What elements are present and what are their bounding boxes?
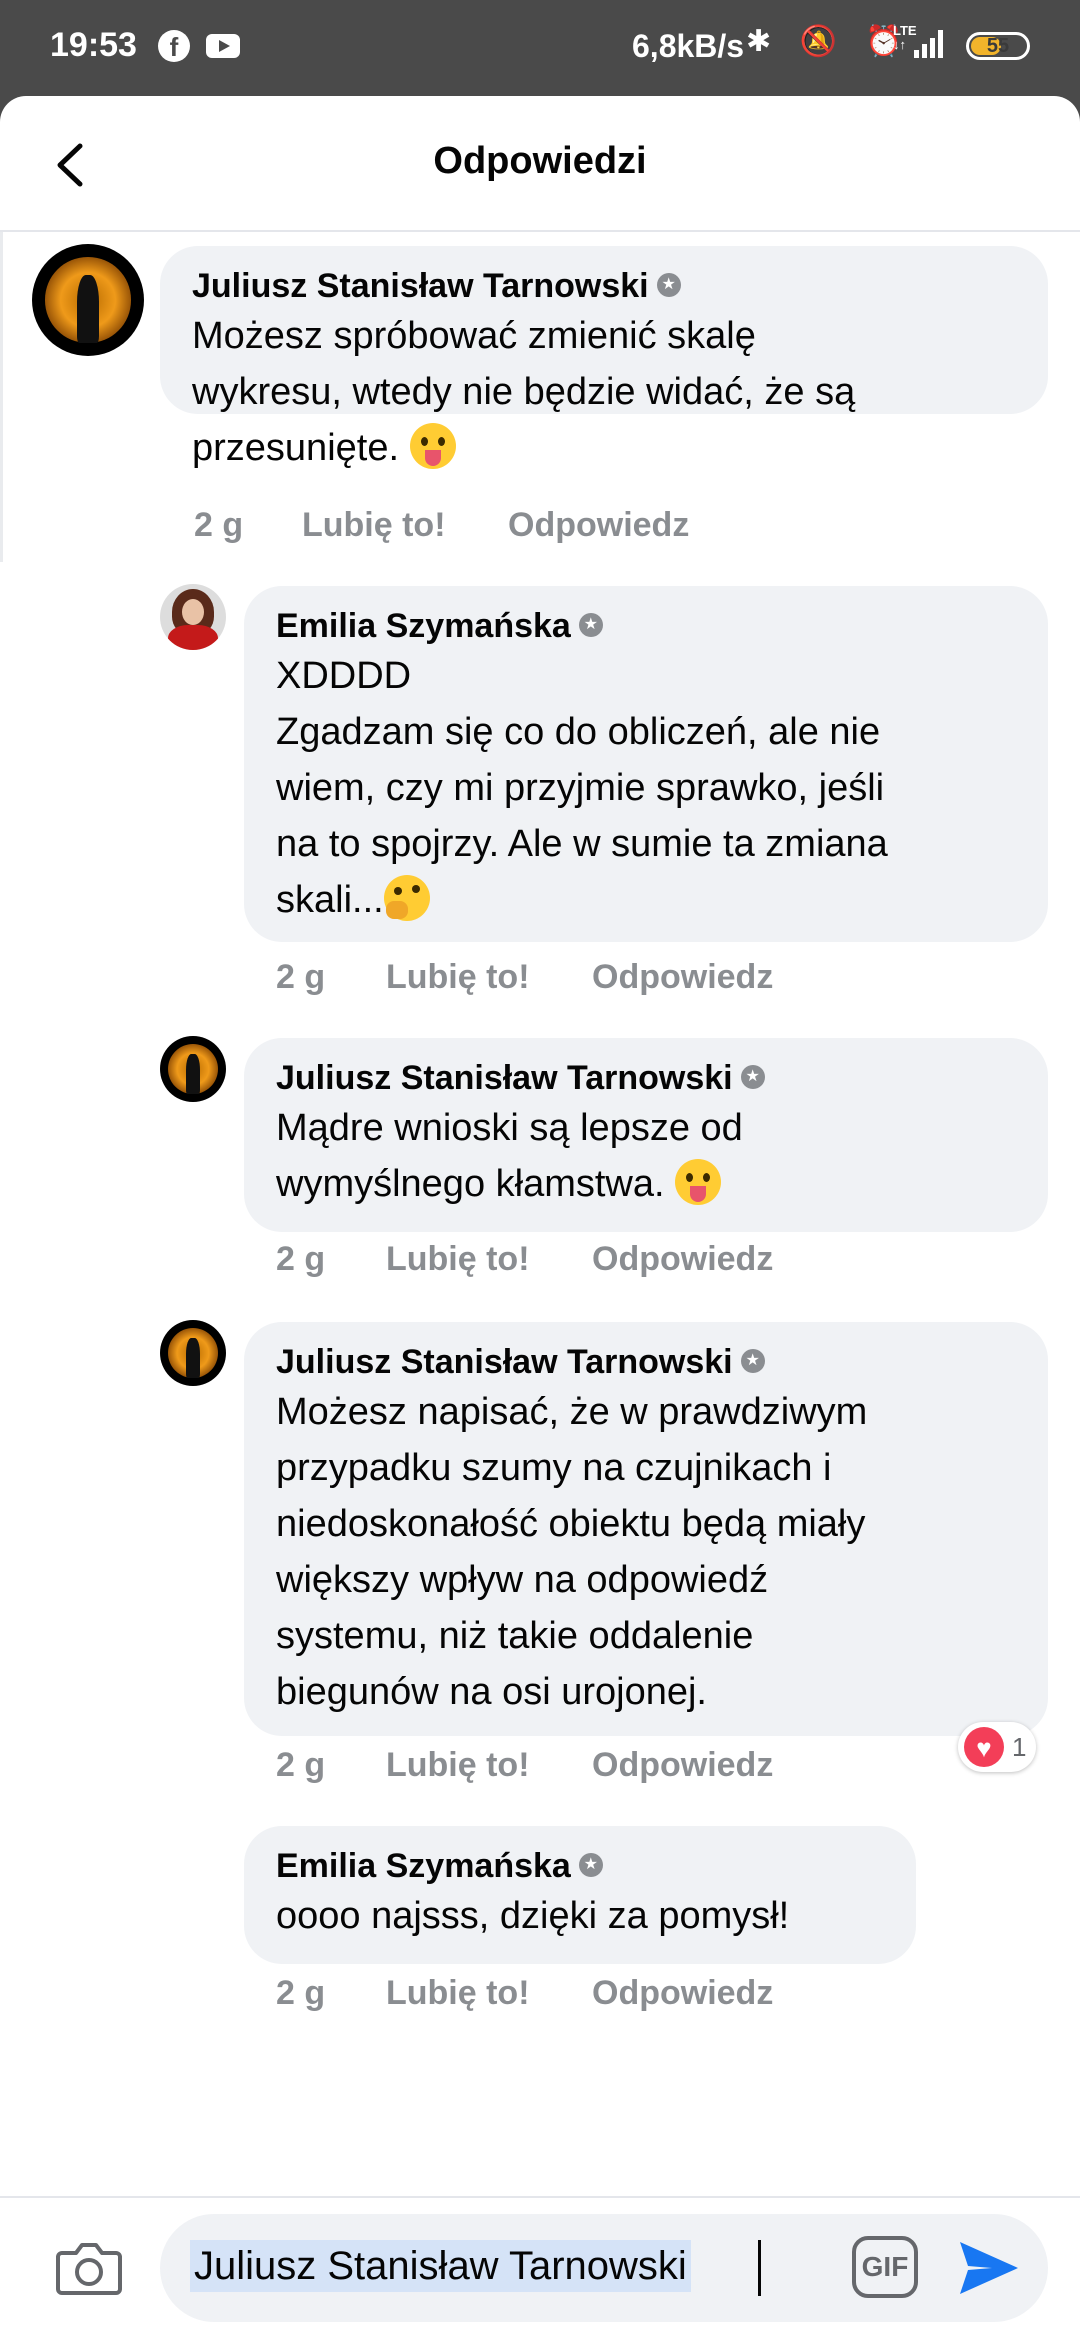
comment-bubble: Emilia Szymańska XDDDD Zgadzam się co do…	[244, 586, 1048, 942]
header: Odpowiedzi	[0, 96, 1080, 232]
comment-time: 2 g	[276, 1974, 326, 2012]
reply-button[interactable]: Odpowiedz	[592, 1974, 773, 2013]
avatar[interactable]	[32, 244, 144, 356]
comment-text: oooo najsss, dzięki za pomysł!	[276, 1895, 790, 1937]
status-time: 19:53	[50, 26, 137, 64]
comment-time: 2 g	[276, 958, 326, 996]
comment-author[interactable]: Juliusz Stanisław Tarnowski	[192, 264, 1016, 308]
text-caret	[758, 2240, 761, 2296]
comment-text: Możesz spróbować zmienić skalę wykresu, …	[192, 315, 856, 469]
status-icons: ✱ 🔕 ⏰	[746, 25, 913, 58]
comment-bubble: Juliusz Stanisław Tarnowski Możesz napis…	[244, 1322, 1048, 1736]
send-button[interactable]	[952, 2232, 1024, 2304]
badge-icon	[740, 1065, 765, 1090]
comment-author[interactable]: Juliusz Stanisław Tarnowski	[276, 1056, 1016, 1100]
comment-time: 2 g	[194, 506, 244, 544]
comment-author[interactable]: Emilia Szymańska	[276, 604, 1016, 648]
like-button[interactable]: Lubię to!	[386, 958, 530, 997]
comment-author[interactable]: Juliusz Stanisław Tarnowski	[276, 1340, 1016, 1384]
like-button[interactable]: Lubię to!	[302, 506, 446, 545]
facebook-notification-icon: f	[158, 30, 190, 62]
badge-icon	[656, 273, 681, 298]
network-speed: 6,8kB/s	[632, 28, 745, 64]
replies-screen: Odpowiedzi Juliusz Stanisław Tarnowski M…	[0, 96, 1080, 2340]
thread-line	[0, 232, 3, 562]
tongue-emoji-icon	[409, 422, 456, 469]
comment-bubble: Juliusz Stanisław Tarnowski Możesz sprób…	[160, 246, 1048, 469]
comment-bubble: Juliusz Stanisław Tarnowski Mądre wniosk…	[244, 1038, 1048, 1232]
status-bar: 19:53 f 6,8kB/s ✱ 🔕 ⏰ LTE ↓↑ 55	[0, 0, 1080, 96]
reply-button[interactable]: Odpowiedz	[592, 958, 773, 997]
signal-icon	[914, 26, 948, 58]
comment-bubble: Emilia Szymańska oooo najsss, dzięki za …	[244, 1826, 916, 1964]
comment-time: 2 g	[276, 1240, 326, 1278]
gif-button[interactable]: GIF	[852, 2236, 918, 2298]
camera-icon	[56, 2243, 122, 2295]
reaction-count: 1	[1012, 1731, 1027, 1762]
badge-icon	[578, 1853, 603, 1878]
tongue-emoji-icon	[675, 1158, 722, 1205]
avatar[interactable]	[160, 584, 226, 650]
like-button[interactable]: Lubię to!	[386, 1746, 530, 1785]
avatar[interactable]	[160, 1036, 226, 1102]
comment-text: XDDDD Zgadzam się co do obliczeń, ale ni…	[276, 655, 888, 921]
camera-button[interactable]	[52, 2231, 126, 2305]
battery-icon: 55	[966, 32, 1030, 60]
thinking-emoji-icon	[383, 874, 430, 921]
comment-time: 2 g	[276, 1746, 326, 1784]
comment-author[interactable]: Emilia Szymańska	[276, 1844, 884, 1888]
comment-text: Możesz napisać, że w prawdziwym przypadk…	[276, 1391, 868, 1713]
badge-icon	[740, 1349, 765, 1374]
comment-text: Mądre wnioski są lepsze od wymyślnego kł…	[276, 1107, 743, 1205]
reply-button[interactable]: Odpowiedz	[592, 1240, 773, 1279]
like-button[interactable]: Lubię to!	[386, 1974, 530, 2013]
like-button[interactable]: Lubię to!	[386, 1240, 530, 1279]
comment-input-value[interactable]: Juliusz Stanisław Tarnowski	[190, 2240, 691, 2292]
reply-button[interactable]: Odpowiedz	[592, 1746, 773, 1785]
reply-button[interactable]: Odpowiedz	[508, 506, 689, 545]
avatar[interactable]	[160, 1320, 226, 1386]
page-title: Odpowiedzi	[433, 140, 647, 182]
youtube-notification-icon	[206, 34, 240, 58]
send-icon	[960, 2242, 1018, 2294]
reaction-badge[interactable]: ♥ 1	[958, 1722, 1037, 1772]
badge-icon	[578, 613, 603, 638]
battery-level: 55	[986, 35, 1010, 57]
heart-icon: ♥	[964, 1727, 1004, 1767]
